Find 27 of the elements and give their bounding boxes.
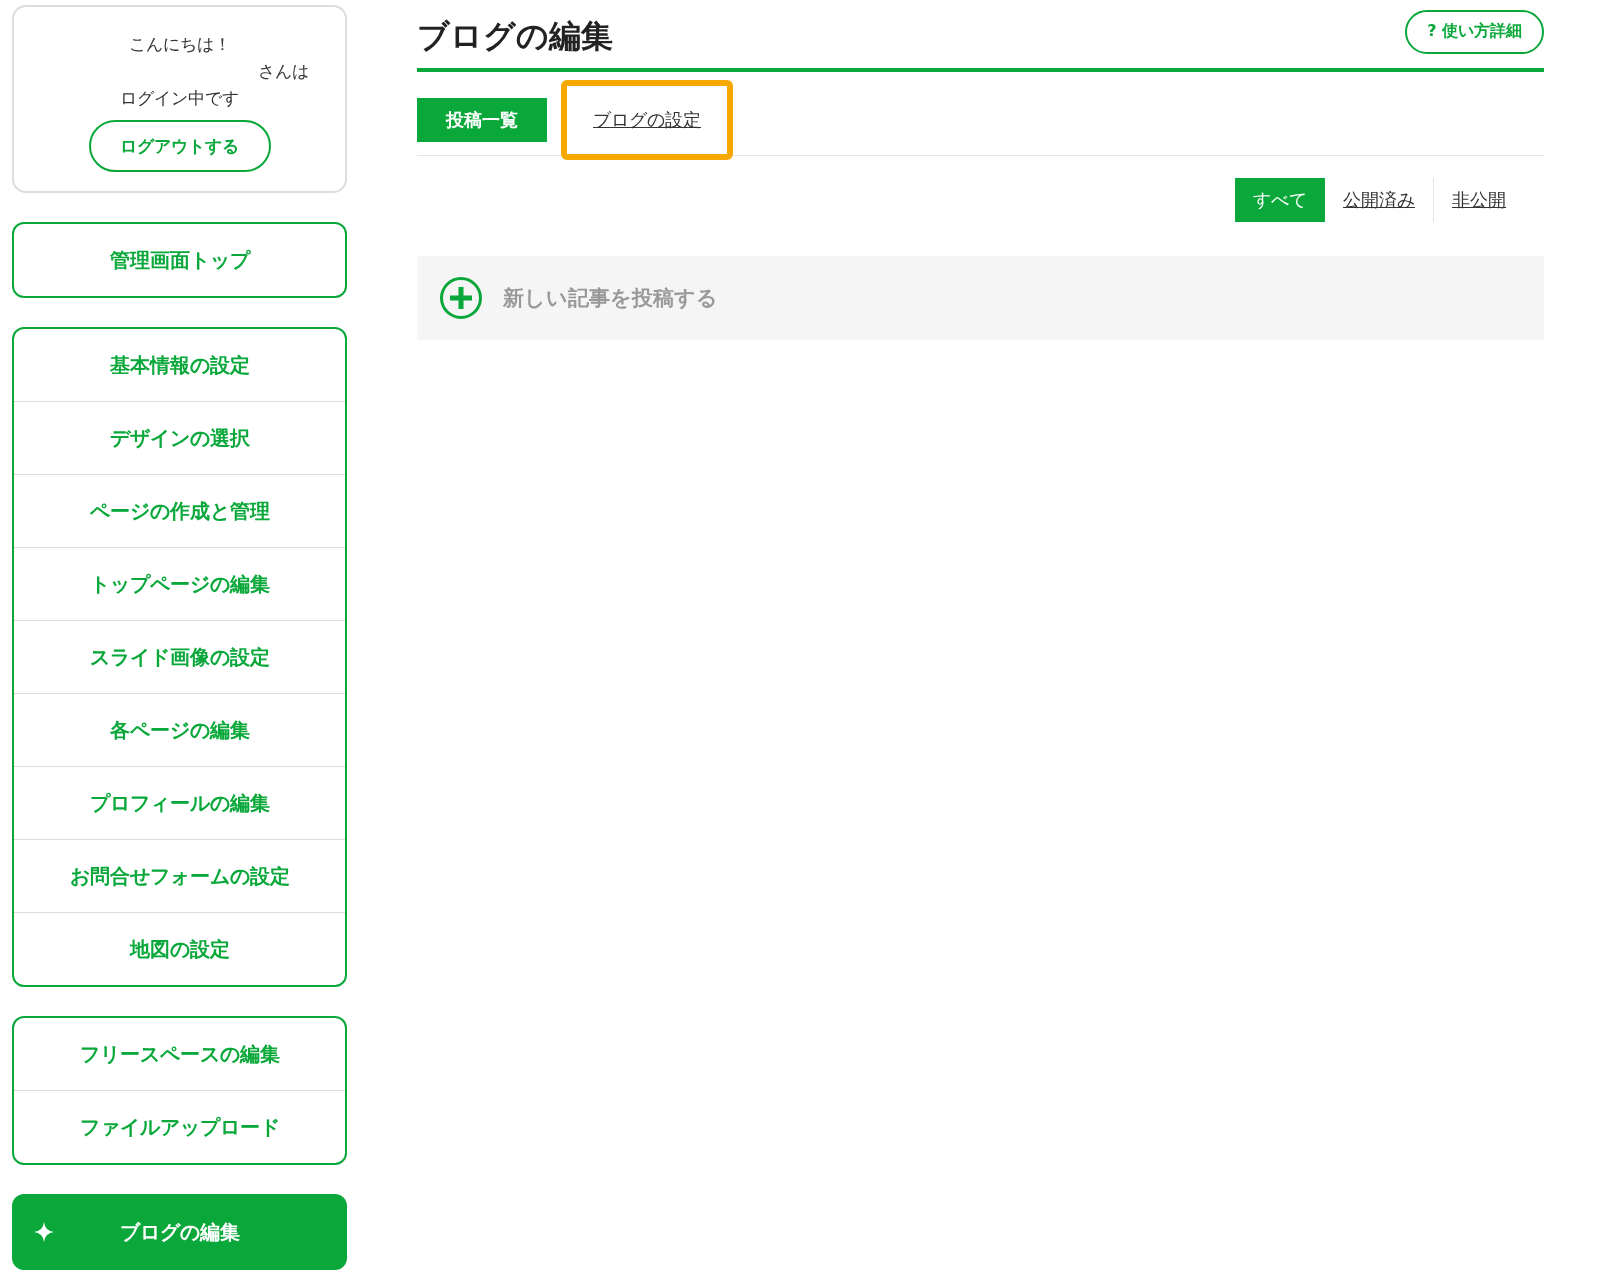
- sidebar-item[interactable]: ページの作成と管理: [14, 474, 345, 547]
- tab[interactable]: ブログの設定: [561, 80, 733, 160]
- new-post-button[interactable]: 新しい記事を投稿する: [417, 256, 1544, 340]
- help-button[interactable]: ? 使い方詳細: [1405, 9, 1544, 54]
- filter-tab[interactable]: 非公開: [1433, 178, 1524, 222]
- page-title: ブログの編集: [417, 15, 613, 57]
- sidebar-item[interactable]: スライド画像の設定: [14, 620, 345, 693]
- greeting-text: こんにちは！: [128, 33, 231, 56]
- new-post-label: 新しい記事を投稿する: [503, 285, 718, 312]
- sidebar-item[interactable]: プロフィールの編集: [14, 766, 345, 839]
- sidebar-item[interactable]: ファイルアップロード: [14, 1090, 345, 1163]
- sidebar-item[interactable]: 基本情報の設定: [14, 329, 345, 401]
- login-status-text: ログイン中です: [120, 87, 239, 110]
- logout-button[interactable]: ログアウトする: [88, 120, 271, 172]
- user-suffix-text: さんは: [258, 60, 309, 83]
- sidebar-item[interactable]: トップページの編集: [14, 547, 345, 620]
- filter-tab[interactable]: すべて: [1235, 178, 1325, 222]
- sidebar-item[interactable]: 地図の設定: [14, 912, 345, 985]
- tab[interactable]: 投稿一覧: [417, 98, 547, 142]
- sidebar-item[interactable]: 管理画面トップ: [14, 224, 345, 296]
- sidebar-item[interactable]: お問合せフォームの設定: [14, 839, 345, 912]
- sidebar-item[interactable]: デザインの選択: [14, 401, 345, 474]
- filter-tab[interactable]: 公開済み: [1325, 178, 1433, 222]
- sparkle-icon: [34, 1222, 54, 1242]
- plus-circle-icon: [439, 276, 483, 320]
- sidebar-item[interactable]: フリースペースの編集: [14, 1018, 345, 1090]
- sidebar-item[interactable]: 各ページの編集: [14, 693, 345, 766]
